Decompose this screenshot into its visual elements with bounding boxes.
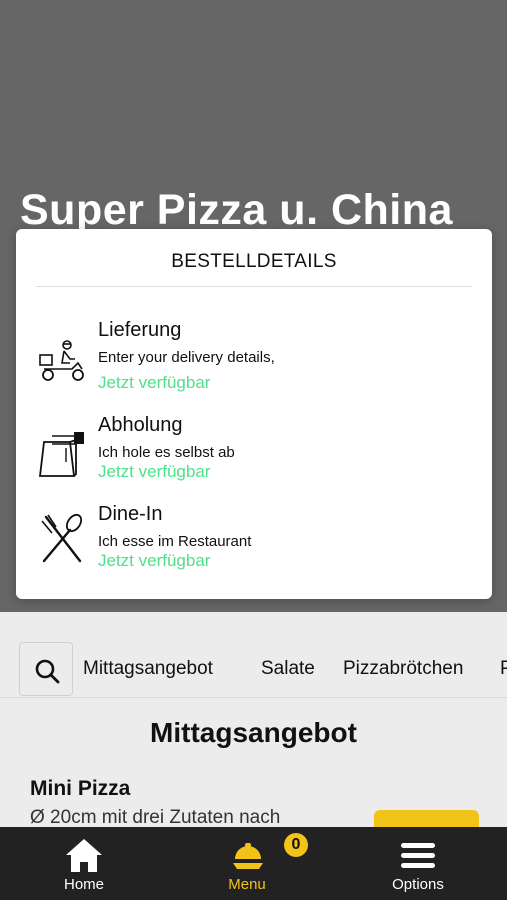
nav-menu[interactable]: 0 Menu xyxy=(201,827,308,900)
nav-label: Home xyxy=(63,876,104,893)
category-tab-pizzabroetchen[interactable]: Pizzabrötchen xyxy=(343,658,463,680)
nav-options[interactable]: Options xyxy=(372,827,464,900)
category-tab-partial[interactable]: P xyxy=(500,658,507,680)
delivery-scooter-icon xyxy=(38,335,88,387)
menu-item-name: Mini Pizza xyxy=(30,777,131,800)
search-icon xyxy=(35,659,60,684)
option-dine-in[interactable]: Dine-In Ich esse im Restaurant Jetzt ver… xyxy=(16,501,492,581)
modal-divider xyxy=(36,286,472,287)
category-tab-salate[interactable]: Salate xyxy=(261,658,315,680)
modal-title: BESTELLDETAILS xyxy=(171,251,337,272)
takeaway-bag-icon xyxy=(38,426,88,478)
nav-label: Menu xyxy=(228,876,266,893)
option-status: Jetzt verfügbar xyxy=(98,551,211,570)
option-description: Enter your delivery details, xyxy=(98,349,275,366)
order-details-modal: BESTELLDETAILS Lieferung Enter your deli… xyxy=(16,229,492,599)
option-title: Dine-In xyxy=(98,503,163,525)
option-title: Abholung xyxy=(98,414,183,436)
nav-label: Options xyxy=(392,876,444,893)
option-status: Jetzt verfügbar xyxy=(98,373,211,392)
option-status: Jetzt verfügbar xyxy=(98,462,211,481)
option-description: Ich hole es selbst ab xyxy=(98,444,235,461)
option-description: Ich esse im Restaurant xyxy=(98,533,252,550)
category-tab-mittagsangebot[interactable]: Mittagsangebot xyxy=(83,658,213,680)
bottom-nav: Home 0 Menu Options xyxy=(0,827,507,900)
hamburger-menu-icon xyxy=(401,843,435,868)
section-title: Mittagsangebot xyxy=(150,717,357,748)
search-button[interactable] xyxy=(19,642,73,696)
restaurant-name: Super Pizza u. China xyxy=(20,186,453,234)
home-icon xyxy=(66,839,102,872)
option-title: Lieferung xyxy=(98,319,182,341)
menu-cloche-icon xyxy=(233,843,263,869)
cart-count-badge: 0 xyxy=(284,833,308,857)
nav-home[interactable]: Home xyxy=(38,827,130,900)
option-pickup[interactable]: Abholung Ich hole es selbst ab Jetzt ver… xyxy=(16,412,492,492)
menu-item-description: Ø 20cm mit drei Zutaten nach xyxy=(30,807,281,828)
option-delivery[interactable]: Lieferung Enter your delivery details, J… xyxy=(16,317,492,397)
fork-spoon-icon xyxy=(38,513,88,565)
category-bar: Mittagsangebot Salate Pizzabrötchen P xyxy=(0,640,507,698)
